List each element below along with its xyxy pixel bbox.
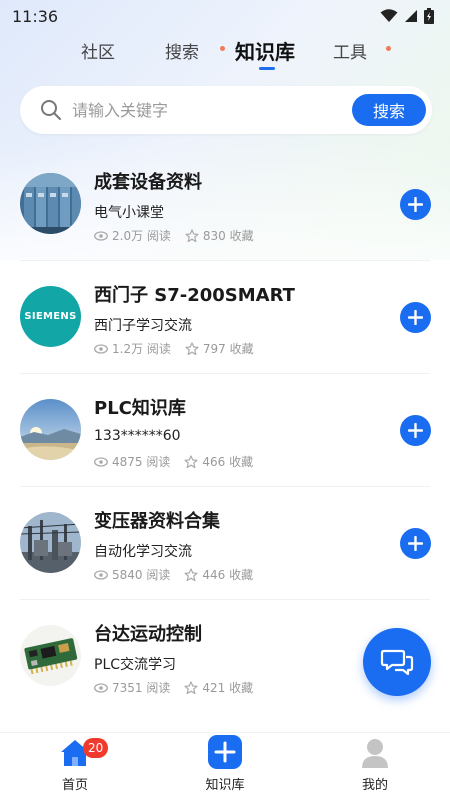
chat-fab-button[interactable] (363, 628, 431, 696)
favorites-stat: 830 收藏 (185, 227, 254, 244)
circuit-board-image (20, 625, 81, 686)
tab-community[interactable]: 社区 (81, 38, 115, 63)
item-stats: 7351 阅读 421 收藏 (94, 679, 253, 696)
bottom-nav: 20 首页 知识库 我的 (0, 732, 450, 797)
star-icon (185, 341, 199, 355)
list-item[interactable]: SIEMENS 西门子 S7-200SMART 西门子学习交流 1.2万 阅读 … (0, 261, 450, 374)
search-button[interactable]: 搜索 (352, 94, 426, 126)
search-input[interactable] (72, 94, 342, 126)
list-item[interactable]: PLC知识库 133******60 4875 阅读 466 收藏 (0, 374, 450, 487)
eye-icon (94, 343, 108, 354)
user-icon (362, 739, 388, 768)
battery-icon (424, 8, 434, 24)
item-title: 西门子 S7-200SMART (94, 285, 295, 306)
chat-icon (380, 649, 414, 676)
notification-badge: 20 (83, 738, 109, 758)
star-icon (184, 680, 198, 694)
views-stat: 4875 阅读 (94, 453, 170, 470)
item-title: 成套设备资料 (94, 172, 202, 193)
eye-icon (94, 569, 108, 580)
nav-knowledge-base[interactable]: 知识库 (175, 733, 275, 797)
status-bar: 11:36 (0, 0, 450, 32)
nav-profile-label: 我的 (361, 778, 388, 793)
plus-icon (408, 197, 423, 212)
substation-image (20, 512, 81, 573)
star-icon (185, 228, 199, 242)
signal-icon (405, 10, 417, 22)
star-icon (184, 567, 198, 581)
nav-profile[interactable]: 我的 (325, 733, 425, 797)
item-subtitle: 133******60 (94, 428, 181, 444)
favorites-count: 421 收藏 (202, 681, 254, 695)
favorites-stat: 797 收藏 (185, 340, 254, 357)
add-button[interactable] (400, 302, 431, 333)
item-subtitle: 西门子学习交流 (94, 318, 192, 334)
siemens-logo-text: SIEMENS (24, 311, 77, 322)
nav-home-label: 首页 (61, 778, 88, 793)
favorites-stat: 446 收藏 (184, 566, 253, 583)
views-count: 4875 阅读 (112, 455, 171, 469)
search-icon (41, 100, 61, 120)
landscape-image (20, 399, 81, 460)
tab-search-notification-dot (220, 46, 225, 51)
switchgear-image (20, 173, 81, 234)
item-subtitle: PLC交流学习 (94, 657, 177, 673)
item-title: PLC知识库 (94, 398, 186, 419)
tab-knowledge-base[interactable]: 知识库 (235, 36, 295, 65)
favorites-count: 446 收藏 (202, 568, 254, 582)
views-stat: 2.0万 阅读 (94, 227, 171, 244)
nav-knowledge-base-label: 知识库 (205, 778, 245, 793)
views-count: 5840 阅读 (112, 568, 171, 582)
add-button[interactable] (400, 415, 431, 446)
wifi-icon (380, 9, 398, 22)
add-button[interactable] (400, 189, 431, 220)
eye-icon (94, 230, 108, 241)
favorites-count: 797 收藏 (202, 342, 254, 356)
add-icon (208, 735, 242, 769)
favorites-stat: 466 收藏 (184, 453, 253, 470)
item-stats: 5840 阅读 446 收藏 (94, 566, 253, 583)
list-item[interactable]: 成套设备资料 电气小课堂 2.0万 阅读 830 收藏 (0, 148, 450, 261)
siemens-logo: SIEMENS (20, 286, 81, 347)
plus-icon (408, 310, 423, 325)
views-stat: 7351 阅读 (94, 679, 170, 696)
active-tab-indicator (259, 67, 275, 70)
views-count: 2.0万 阅读 (112, 229, 171, 243)
star-icon (184, 454, 198, 468)
item-stats: 4875 阅读 466 收藏 (94, 453, 253, 470)
plus-icon (408, 423, 423, 438)
favorites-count: 466 收藏 (202, 455, 254, 469)
search-bar: 搜索 (20, 86, 432, 134)
eye-icon (94, 456, 108, 467)
item-title: 变压器资料合集 (94, 511, 220, 532)
add-button[interactable] (400, 528, 431, 559)
nav-home[interactable]: 20 首页 (25, 733, 125, 797)
tab-search[interactable]: 搜索 (165, 38, 199, 63)
eye-icon (94, 682, 108, 693)
item-title: 台达运动控制 (94, 624, 202, 645)
favorites-stat: 421 收藏 (184, 679, 253, 696)
views-count: 7351 阅读 (112, 681, 171, 695)
views-stat: 1.2万 阅读 (94, 340, 171, 357)
tab-tools-notification-dot (386, 46, 391, 51)
list-item[interactable]: 变压器资料合集 自动化学习交流 5840 阅读 446 收藏 (0, 487, 450, 600)
tab-tools[interactable]: 工具 (333, 38, 367, 63)
item-subtitle: 自动化学习交流 (94, 544, 192, 560)
item-stats: 2.0万 阅读 830 收藏 (94, 227, 254, 244)
status-time: 11:36 (12, 6, 59, 26)
status-icons (380, 8, 434, 24)
item-subtitle: 电气小课堂 (94, 205, 164, 221)
top-tabs: 社区 搜索 知识库 工具 (0, 34, 450, 70)
plus-icon (408, 536, 423, 551)
views-stat: 5840 阅读 (94, 566, 170, 583)
favorites-count: 830 收藏 (202, 229, 254, 243)
item-stats: 1.2万 阅读 797 收藏 (94, 340, 254, 357)
views-count: 1.2万 阅读 (112, 342, 171, 356)
